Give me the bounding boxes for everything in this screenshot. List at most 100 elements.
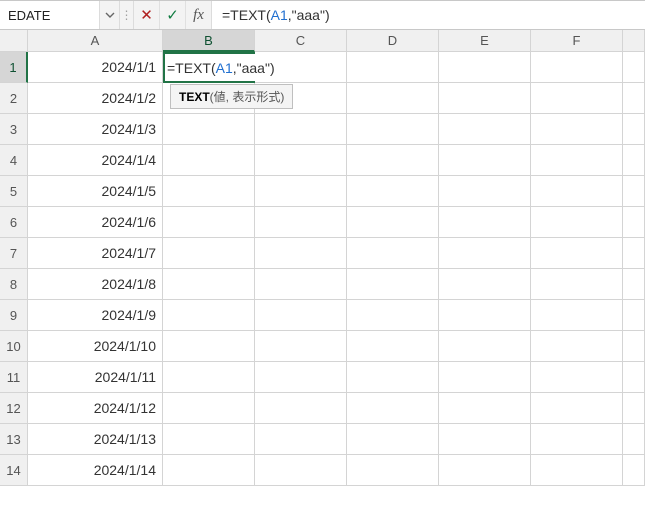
cell-F1[interactable] bbox=[531, 52, 623, 83]
cell-B11[interactable] bbox=[163, 362, 255, 393]
cell-A13[interactable]: 2024/1/13 bbox=[28, 424, 163, 455]
row-header-14[interactable]: 14 bbox=[0, 455, 28, 486]
cell-B14[interactable] bbox=[163, 455, 255, 486]
cell-overflow-14[interactable] bbox=[623, 455, 645, 486]
row-header-12[interactable]: 12 bbox=[0, 393, 28, 424]
row-header-4[interactable]: 4 bbox=[0, 145, 28, 176]
cell-C10[interactable] bbox=[255, 331, 347, 362]
cell-F11[interactable] bbox=[531, 362, 623, 393]
cell-F10[interactable] bbox=[531, 331, 623, 362]
cell-C11[interactable] bbox=[255, 362, 347, 393]
cell-A10[interactable]: 2024/1/10 bbox=[28, 331, 163, 362]
cell-A4[interactable]: 2024/1/4 bbox=[28, 145, 163, 176]
cell-C6[interactable] bbox=[255, 207, 347, 238]
cell-F14[interactable] bbox=[531, 455, 623, 486]
cell-D11[interactable] bbox=[347, 362, 439, 393]
column-header-overflow[interactable] bbox=[623, 30, 645, 52]
column-header-E[interactable]: E bbox=[439, 30, 531, 52]
cell-C5[interactable] bbox=[255, 176, 347, 207]
column-header-C[interactable]: C bbox=[255, 30, 347, 52]
cell-F8[interactable] bbox=[531, 269, 623, 300]
row-header-5[interactable]: 5 bbox=[0, 176, 28, 207]
cell-overflow-1[interactable] bbox=[623, 52, 645, 83]
cell-overflow-5[interactable] bbox=[623, 176, 645, 207]
cell-E2[interactable] bbox=[439, 83, 531, 114]
cell-B3[interactable] bbox=[163, 114, 255, 145]
cell-B1[interactable]: =TEXT(A1,"aaa") bbox=[163, 52, 255, 83]
cell-E9[interactable] bbox=[439, 300, 531, 331]
cell-overflow-13[interactable] bbox=[623, 424, 645, 455]
cell-A11[interactable]: 2024/1/11 bbox=[28, 362, 163, 393]
cell-E12[interactable] bbox=[439, 393, 531, 424]
cell-F9[interactable] bbox=[531, 300, 623, 331]
cell-overflow-4[interactable] bbox=[623, 145, 645, 176]
cell-overflow-11[interactable] bbox=[623, 362, 645, 393]
row-header-9[interactable]: 9 bbox=[0, 300, 28, 331]
cell-A3[interactable]: 2024/1/3 bbox=[28, 114, 163, 145]
cell-C9[interactable] bbox=[255, 300, 347, 331]
cell-E3[interactable] bbox=[439, 114, 531, 145]
cell-F12[interactable] bbox=[531, 393, 623, 424]
cell-B7[interactable] bbox=[163, 238, 255, 269]
cell-C8[interactable] bbox=[255, 269, 347, 300]
cell-C4[interactable] bbox=[255, 145, 347, 176]
row-header-10[interactable]: 10 bbox=[0, 331, 28, 362]
cell-D10[interactable] bbox=[347, 331, 439, 362]
function-tooltip[interactable]: TEXT(値, 表示形式) bbox=[170, 84, 293, 109]
cell-A12[interactable]: 2024/1/12 bbox=[28, 393, 163, 424]
row-header-8[interactable]: 8 bbox=[0, 269, 28, 300]
column-header-A[interactable]: A bbox=[28, 30, 163, 52]
cell-D13[interactable] bbox=[347, 424, 439, 455]
cell-E13[interactable] bbox=[439, 424, 531, 455]
cell-D2[interactable] bbox=[347, 83, 439, 114]
cell-F3[interactable] bbox=[531, 114, 623, 145]
row-header-7[interactable]: 7 bbox=[0, 238, 28, 269]
cell-A2[interactable]: 2024/1/2 bbox=[28, 83, 163, 114]
cell-overflow-7[interactable] bbox=[623, 238, 645, 269]
cell-A1[interactable]: 2024/1/1 bbox=[28, 52, 163, 83]
cell-C7[interactable] bbox=[255, 238, 347, 269]
cell-overflow-12[interactable] bbox=[623, 393, 645, 424]
cell-C3[interactable] bbox=[255, 114, 347, 145]
cell-D8[interactable] bbox=[347, 269, 439, 300]
cell-D9[interactable] bbox=[347, 300, 439, 331]
cell-F13[interactable] bbox=[531, 424, 623, 455]
column-header-F[interactable]: F bbox=[531, 30, 623, 52]
cell-F2[interactable] bbox=[531, 83, 623, 114]
cancel-button[interactable]: ✕ bbox=[134, 1, 160, 29]
cell-E14[interactable] bbox=[439, 455, 531, 486]
cell-B8[interactable] bbox=[163, 269, 255, 300]
cell-overflow-3[interactable] bbox=[623, 114, 645, 145]
cell-F6[interactable] bbox=[531, 207, 623, 238]
row-header-11[interactable]: 11 bbox=[0, 362, 28, 393]
formula-input[interactable]: =TEXT(A1,"aaa") bbox=[212, 1, 645, 29]
cell-B10[interactable] bbox=[163, 331, 255, 362]
cell-D12[interactable] bbox=[347, 393, 439, 424]
name-box[interactable]: EDATE bbox=[0, 1, 100, 29]
cell-C12[interactable] bbox=[255, 393, 347, 424]
cell-F7[interactable] bbox=[531, 238, 623, 269]
cell-E11[interactable] bbox=[439, 362, 531, 393]
cell-B6[interactable] bbox=[163, 207, 255, 238]
cell-A7[interactable]: 2024/1/7 bbox=[28, 238, 163, 269]
column-header-B[interactable]: B bbox=[163, 30, 255, 52]
cell-E8[interactable] bbox=[439, 269, 531, 300]
select-all-corner[interactable] bbox=[0, 30, 28, 52]
cell-B12[interactable] bbox=[163, 393, 255, 424]
cell-E7[interactable] bbox=[439, 238, 531, 269]
insert-function-button[interactable]: fx bbox=[186, 1, 212, 29]
cell-A9[interactable]: 2024/1/9 bbox=[28, 300, 163, 331]
cell-A8[interactable]: 2024/1/8 bbox=[28, 269, 163, 300]
cell-C14[interactable] bbox=[255, 455, 347, 486]
cell-overflow-8[interactable] bbox=[623, 269, 645, 300]
cell-D3[interactable] bbox=[347, 114, 439, 145]
cell-C13[interactable] bbox=[255, 424, 347, 455]
cell-B13[interactable] bbox=[163, 424, 255, 455]
enter-button[interactable]: ✓ bbox=[160, 1, 186, 29]
cell-E4[interactable] bbox=[439, 145, 531, 176]
row-header-1[interactable]: 1 bbox=[0, 52, 28, 83]
row-header-3[interactable]: 3 bbox=[0, 114, 28, 145]
cell-E5[interactable] bbox=[439, 176, 531, 207]
cell-D5[interactable] bbox=[347, 176, 439, 207]
cell-A6[interactable]: 2024/1/6 bbox=[28, 207, 163, 238]
